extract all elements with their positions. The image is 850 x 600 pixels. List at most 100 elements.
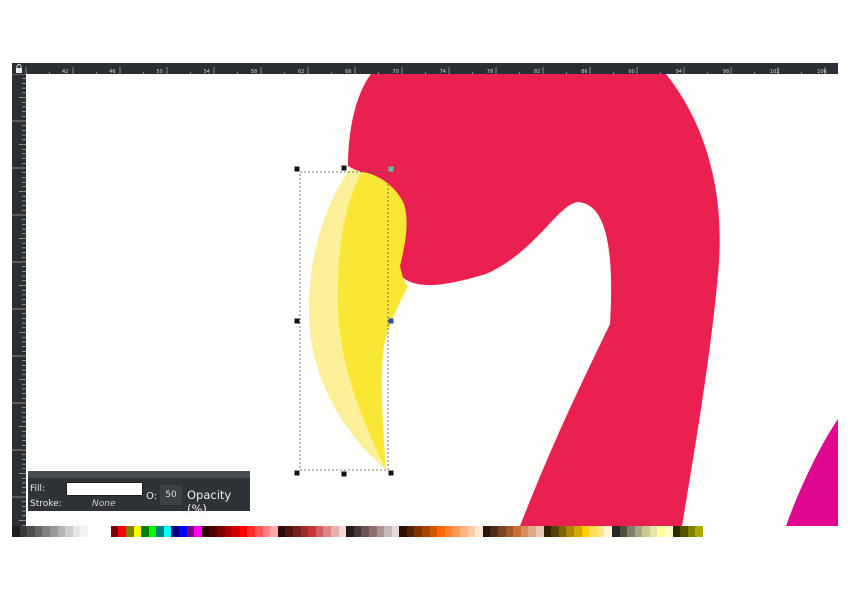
stroke-value[interactable]: None [92, 499, 115, 509]
palette-swatch[interactable] [566, 526, 574, 537]
scale-handle-right[interactable] [388, 318, 394, 324]
scale-handle-bottom[interactable] [341, 471, 347, 477]
palette-swatch[interactable] [535, 526, 544, 537]
palette-swatch[interactable] [460, 526, 468, 537]
opacity-input[interactable]: 50 [160, 485, 182, 505]
palette-swatch[interactable] [277, 526, 286, 537]
palette-swatch[interactable] [300, 526, 309, 537]
scale-handle-left[interactable] [294, 318, 300, 324]
palette-swatch[interactable] [255, 526, 263, 537]
palette-swatch[interactable] [680, 526, 688, 537]
palette-swatch[interactable] [672, 526, 681, 537]
horizontal-ruler[interactable]: 42 46 50 54 58 62 66 70 74 78 82 86 90 94 98 102 106 [12, 63, 838, 74]
drawing-canvas[interactable] [26, 74, 838, 526]
palette-swatch[interactable] [72, 526, 81, 537]
palette-swatch[interactable] [551, 526, 559, 537]
palette-swatch[interactable] [232, 526, 240, 537]
palette-swatch[interactable] [604, 526, 612, 537]
palette-swatch[interactable] [156, 526, 164, 537]
palette-swatch[interactable] [695, 526, 704, 537]
palette-swatch[interactable] [270, 526, 278, 537]
palette-swatch[interactable] [346, 526, 354, 537]
palette-swatch[interactable] [687, 526, 696, 537]
palette-swatch[interactable] [141, 526, 149, 537]
palette-swatch[interactable] [391, 526, 400, 537]
palette-swatch[interactable] [596, 526, 605, 537]
palette-swatch[interactable] [482, 526, 491, 537]
palette-swatch[interactable] [581, 526, 590, 537]
palette-swatch[interactable] [399, 526, 407, 537]
palette-swatch[interactable] [657, 526, 666, 537]
palette-swatch[interactable] [42, 526, 50, 537]
guide-lock-icon[interactable] [15, 64, 23, 73]
palette-swatch[interactable] [368, 526, 377, 537]
palette-swatch[interactable] [627, 526, 635, 537]
palette-swatch[interactable] [558, 526, 567, 537]
flamingo-neck-shape[interactable] [348, 74, 720, 526]
palette-swatch[interactable] [323, 526, 331, 537]
palette-swatch[interactable] [186, 526, 195, 537]
palette-swatch[interactable] [171, 526, 180, 537]
palette-swatch[interactable] [338, 526, 347, 537]
palette-swatch[interactable] [452, 526, 461, 537]
palette-swatch[interactable] [467, 526, 476, 537]
palette-swatch[interactable] [642, 526, 650, 537]
vertical-ruler[interactable] [12, 74, 26, 526]
palette-swatch[interactable] [49, 526, 58, 537]
palette-swatch[interactable] [285, 526, 293, 537]
palette-swatch[interactable] [209, 526, 218, 537]
palette-swatch[interactable] [406, 526, 415, 537]
palette-swatch[interactable] [475, 526, 483, 537]
flamingo-body-shape[interactable] [786, 419, 838, 526]
palette-swatch[interactable] [543, 526, 552, 537]
rotation-handle[interactable] [388, 166, 394, 172]
palette-swatch[interactable] [429, 526, 438, 537]
palette-swatch[interactable] [437, 526, 445, 537]
palette-swatch[interactable] [528, 526, 536, 537]
palette-swatch[interactable] [573, 526, 582, 537]
palette-swatch[interactable] [520, 526, 529, 537]
palette-swatch[interactable] [665, 526, 673, 537]
palette-swatch[interactable] [262, 526, 271, 537]
palette-swatch[interactable] [103, 526, 111, 537]
palette-swatch[interactable] [376, 526, 385, 537]
palette-swatch[interactable] [12, 526, 20, 537]
palette-swatch[interactable] [148, 526, 157, 537]
palette-swatch[interactable] [384, 526, 392, 537]
palette-swatch[interactable] [163, 526, 172, 537]
fill-color-swatch[interactable] [66, 482, 143, 496]
palette-swatch[interactable] [619, 526, 628, 537]
palette-swatch[interactable] [57, 526, 66, 537]
palette-swatch[interactable] [87, 526, 96, 537]
palette-swatch[interactable] [422, 526, 430, 537]
scale-handle-bottom-right[interactable] [388, 470, 394, 476]
palette-swatch[interactable] [27, 526, 35, 537]
palette-swatch[interactable] [634, 526, 643, 537]
palette-swatch[interactable] [118, 526, 126, 537]
palette-swatch[interactable] [19, 526, 28, 537]
palette-swatch[interactable] [194, 526, 202, 537]
palette-swatch[interactable] [133, 526, 142, 537]
scale-handle-top-left[interactable] [294, 166, 300, 172]
palette-swatch[interactable] [34, 526, 43, 537]
palette-swatch[interactable] [649, 526, 658, 537]
palette-swatch[interactable] [239, 526, 248, 537]
palette-swatch[interactable] [490, 526, 498, 537]
palette-swatch[interactable] [414, 526, 423, 537]
palette-swatch[interactable] [110, 526, 119, 537]
palette-swatch[interactable] [513, 526, 521, 537]
palette-swatch[interactable] [247, 526, 255, 537]
palette-swatch[interactable] [201, 526, 210, 537]
palette-swatch[interactable] [498, 526, 506, 537]
palette-swatch[interactable] [589, 526, 597, 537]
palette-swatch[interactable] [179, 526, 187, 537]
palette-swatch[interactable] [308, 526, 316, 537]
scale-handle-top[interactable] [341, 165, 347, 171]
palette-swatch[interactable] [505, 526, 514, 537]
palette-swatch[interactable] [353, 526, 362, 537]
palette-swatch[interactable] [611, 526, 620, 537]
palette-swatch[interactable] [361, 526, 369, 537]
palette-swatch[interactable] [224, 526, 233, 537]
palette-swatch[interactable] [95, 526, 104, 537]
palette-swatch[interactable] [125, 526, 134, 537]
